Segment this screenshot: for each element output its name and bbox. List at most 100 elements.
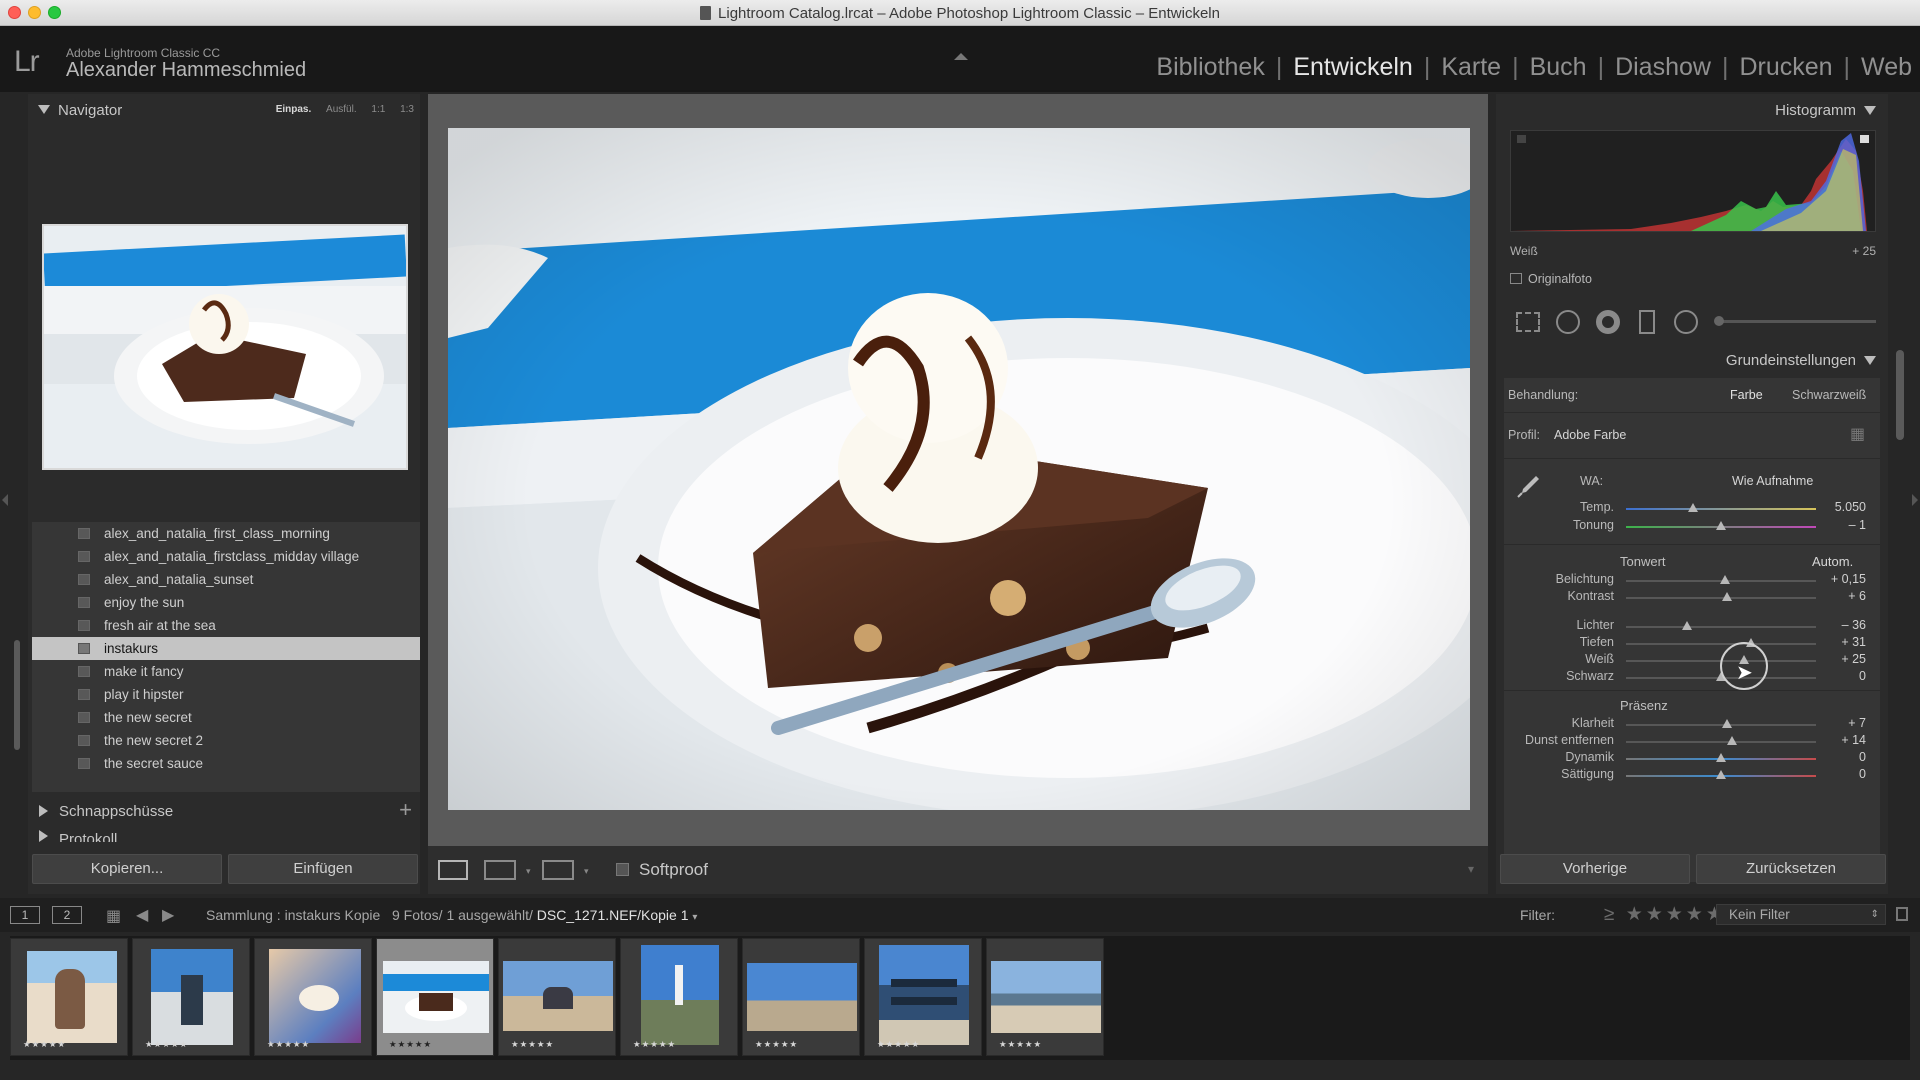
slider-value[interactable]: 0 <box>1859 750 1866 764</box>
back-arrow-icon[interactable]: ◀ <box>136 905 148 925</box>
slider-thumb[interactable] <box>1727 736 1738 745</box>
original-photo-checkbox[interactable] <box>1510 273 1522 284</box>
zoom-1-3[interactable]: 1:3 <box>400 104 414 115</box>
secondary-window-button[interactable]: 2 <box>52 906 82 924</box>
main-photo[interactable] <box>448 128 1470 810</box>
filmstrip-thumbnail[interactable]: ★★★★★ <box>10 938 128 1056</box>
navigator-thumbnail[interactable] <box>42 224 408 470</box>
slider-value[interactable]: + 0,15 <box>1831 572 1866 586</box>
slider-track[interactable] <box>1626 672 1816 681</box>
expand-triangle-icon[interactable] <box>39 805 48 817</box>
red-eye-icon[interactable] <box>1596 310 1620 334</box>
collection-item-selected[interactable]: instakurs <box>32 637 420 660</box>
filter-dropdown[interactable]: Kein Filter ⇕ <box>1716 904 1886 925</box>
toolbar-options-icon[interactable]: ▾ <box>1468 862 1474 876</box>
slider-thumb[interactable] <box>1716 521 1726 530</box>
profile-dropdown[interactable]: Adobe Farbe <box>1554 428 1626 442</box>
slider-track[interactable] <box>1626 736 1816 745</box>
treatment-bw[interactable]: Schwarzweiß <box>1792 388 1866 402</box>
zoom-fill[interactable]: Ausfül. <box>326 104 357 115</box>
collection-item[interactable]: the new secret <box>32 706 420 729</box>
collapse-triangle-icon[interactable] <box>1864 356 1876 365</box>
slider-thumb[interactable] <box>1721 719 1732 728</box>
treatment-color[interactable]: Farbe <box>1730 388 1763 402</box>
filter-lock-icon[interactable] <box>1896 907 1908 921</box>
slider-value[interactable]: + 31 <box>1841 635 1866 649</box>
graduated-filter-icon[interactable] <box>1639 310 1655 334</box>
histogram-header[interactable]: Histogramm <box>1775 102 1876 119</box>
slider-track[interactable] <box>1626 503 1816 512</box>
history-panel-header[interactable]: Protokoll <box>28 826 420 842</box>
module-bibliothek[interactable]: Bibliothek <box>1156 53 1264 81</box>
slider-track[interactable] <box>1626 592 1816 601</box>
before-after-dropdown-icon[interactable]: ▾ <box>526 866 531 877</box>
slider-track[interactable] <box>1626 521 1816 530</box>
auto-tone-button[interactable]: Autom. <box>1812 554 1853 569</box>
add-snapshot-icon[interactable]: + <box>399 797 412 823</box>
filmstrip-thumbnail[interactable]: ★★★★★ <box>620 938 738 1056</box>
slider-value[interactable]: + 14 <box>1841 733 1866 747</box>
collapse-triangle-icon[interactable] <box>1864 106 1876 115</box>
slider-track[interactable] <box>1626 719 1816 728</box>
module-web[interactable]: Web <box>1861 53 1912 81</box>
collection-item[interactable]: make it fancy <box>32 660 420 683</box>
module-buch[interactable]: Buch <box>1530 53 1587 81</box>
slider-value[interactable]: 5.050 <box>1835 500 1866 514</box>
slider-thumb[interactable] <box>1719 575 1730 584</box>
slider-thumb[interactable] <box>1687 503 1698 512</box>
histogram[interactable] <box>1510 130 1876 232</box>
source-dropdown-icon[interactable]: ▾ <box>692 912 697 923</box>
loupe-view-icon[interactable] <box>438 860 468 880</box>
collection-item[interactable]: fresh air at the sea <box>32 614 420 637</box>
slider-track[interactable] <box>1626 575 1816 584</box>
slider-thumb[interactable] <box>1716 753 1726 762</box>
collection-item[interactable]: alex_and_natalia_firstclass_midday villa… <box>32 545 420 568</box>
softproof-toggle[interactable]: Softproof <box>616 860 708 880</box>
original-photo-toggle[interactable]: Originalfoto <box>1510 272 1592 286</box>
eyedropper-icon[interactable] <box>1514 472 1542 500</box>
slider-value[interactable]: 0 <box>1859 767 1866 781</box>
snapshots-panel-header[interactable]: Schnappschüsse + <box>28 796 420 826</box>
slider-thumb[interactable] <box>1716 770 1726 779</box>
slider-value[interactable]: + 6 <box>1848 589 1866 603</box>
collapse-triangle-icon[interactable] <box>38 105 50 114</box>
slider-track[interactable] <box>1626 638 1816 647</box>
right-panel-toggle-icon[interactable] <box>1912 494 1918 506</box>
collection-item[interactable]: alex_and_natalia_sunset <box>32 568 420 591</box>
module-diashow[interactable]: Diashow <box>1615 53 1711 81</box>
crop-tool-icon[interactable] <box>1516 312 1540 332</box>
filmstrip-thumbnail[interactable]: ★★★★★ <box>986 938 1104 1056</box>
filmstrip-thumbnail[interactable]: ★★★★★ <box>742 938 860 1056</box>
filmstrip-thumbnail[interactable]: ★★★★★ <box>254 938 372 1056</box>
copy-settings-button[interactable]: Kopieren... <box>32 854 222 884</box>
right-panel-scrollbar[interactable] <box>1896 350 1904 440</box>
collection-item[interactable]: alex_and_natalia_first_class_morning <box>32 522 420 545</box>
slider-thumb[interactable] <box>1721 592 1732 601</box>
toggle-dropdown-icon[interactable]: ▾ <box>584 866 589 877</box>
slider-value[interactable]: + 25 <box>1841 652 1866 666</box>
main-window-button[interactable]: 1 <box>10 906 40 924</box>
before-after-view-icon[interactable] <box>484 860 516 880</box>
collection-item[interactable]: enjoy the sun <box>32 591 420 614</box>
filmstrip-thumbnail[interactable]: ★★★★★ <box>864 938 982 1056</box>
zoom-1-1[interactable]: 1:1 <box>371 104 385 115</box>
slider-track[interactable] <box>1626 770 1816 779</box>
radial-filter-icon[interactable] <box>1674 310 1698 334</box>
profile-browser-icon[interactable]: ▦ <box>1850 424 1865 444</box>
spot-removal-icon[interactable] <box>1556 310 1580 334</box>
module-drucken[interactable]: Drucken <box>1739 53 1832 81</box>
filmstrip-thumbnail[interactable]: ★★★★★ <box>132 938 250 1056</box>
previous-settings-button[interactable]: Vorherige <box>1500 854 1690 884</box>
left-panel-scrollbar[interactable] <box>14 640 20 750</box>
paste-settings-button[interactable]: Einfügen <box>228 854 418 884</box>
filmstrip-source[interactable]: Sammlung : instakurs Kopie 9 Fotos/ 1 au… <box>206 907 697 923</box>
forward-arrow-icon[interactable]: ▶ <box>162 905 174 925</box>
slider-thumb[interactable] <box>1681 621 1692 630</box>
collection-item[interactable]: play it hipster <box>32 683 420 706</box>
brush-slider[interactable] <box>1716 320 1876 323</box>
navigator-preview-area[interactable] <box>28 124 420 514</box>
white-balance-dropdown[interactable]: Wie Aufnahme <box>1732 474 1813 488</box>
slider-value[interactable]: – 36 <box>1842 618 1866 632</box>
rating-filter-stars[interactable]: ≥ ★★★★★ <box>1604 903 1726 926</box>
before-after-toggle-icon[interactable] <box>542 860 574 880</box>
